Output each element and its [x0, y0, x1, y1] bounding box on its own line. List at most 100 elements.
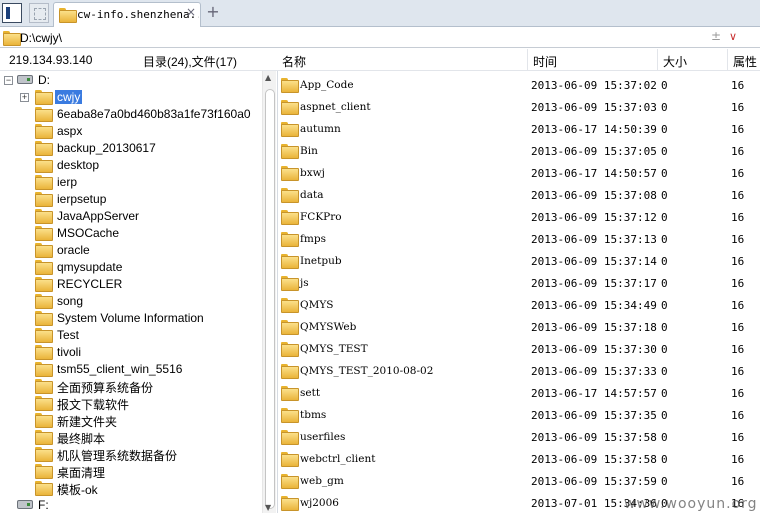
file-name: Bin: [300, 145, 318, 157]
scroll-down-icon[interactable]: ▼: [265, 503, 271, 512]
tree-node-folder[interactable]: Test: [0, 327, 260, 344]
tree-node-folder[interactable]: ierp: [0, 174, 260, 191]
new-window-button[interactable]: [29, 3, 49, 23]
tree-node-folder[interactable]: backup_20130617: [0, 140, 260, 157]
tree-node-folder[interactable]: 桌面清理: [0, 463, 260, 480]
address-bar[interactable]: D:\cwjy\ ± ∨: [0, 28, 760, 48]
tree-node-folder[interactable]: 新建文件夹: [0, 412, 260, 429]
column-header-name[interactable]: 名称: [282, 53, 306, 70]
file-row[interactable]: aspnet_client 2013-06-09 15:37:03 0 16: [278, 96, 760, 118]
file-name: webctrl_client: [300, 453, 376, 465]
panel-toggle-button[interactable]: [2, 3, 22, 23]
file-row[interactable]: bxwj 2013-06-17 14:50:57 0 16: [278, 162, 760, 184]
chevron-down-icon[interactable]: ∨: [729, 30, 737, 43]
file-row[interactable]: sett 2013-06-17 14:57:57 0 16: [278, 382, 760, 404]
file-row[interactable]: FCKPro 2013-06-09 15:37:12 0 16: [278, 206, 760, 228]
file-row[interactable]: autumn 2013-06-17 14:50:39 0 16: [278, 118, 760, 140]
collapse-icon[interactable]: −: [4, 76, 13, 85]
file-size: 0: [661, 189, 668, 202]
column-header-attr[interactable]: 属性: [733, 53, 757, 70]
tree-node-folder[interactable]: 模板-ok: [0, 480, 260, 497]
tree-node-folder[interactable]: qmysupdate: [0, 259, 260, 276]
tree-node-folder[interactable]: song: [0, 293, 260, 310]
tree-node-folder[interactable]: ierpsetup: [0, 191, 260, 208]
file-row[interactable]: QMYS 2013-06-09 15:34:49 0 16: [278, 294, 760, 316]
file-row[interactable]: tbms 2013-06-09 15:37:35 0 16: [278, 404, 760, 426]
file-size: 0: [661, 123, 668, 136]
tree-node-folder[interactable]: 最终脚本: [0, 429, 260, 446]
file-row[interactable]: web_gm 2013-06-09 15:37:59 0 16: [278, 470, 760, 492]
folder-icon: [35, 90, 53, 105]
file-row[interactable]: js 2013-06-09 15:37:17 0 16: [278, 272, 760, 294]
file-attr: 16: [731, 453, 745, 466]
tree-node-folder[interactable]: RECYCLER: [0, 276, 260, 293]
tree-node-folder[interactable]: 全面预算系统备份: [0, 378, 260, 395]
tree-label: JavaAppServer: [57, 209, 140, 223]
file-row[interactable]: QMYS_TEST 2013-06-09 15:37:30 0 16: [278, 338, 760, 360]
file-list: App_Code 2013-06-09 15:37:02 0 16 aspnet_cli…: [278, 71, 760, 513]
scroll-thumb[interactable]: [265, 89, 275, 509]
file-row[interactable]: Bin 2013-06-09 15:37:05 0 16: [278, 140, 760, 162]
folder-icon: [35, 277, 53, 292]
tree-node-folder[interactable]: JavaAppServer: [0, 208, 260, 225]
tree-node-folder[interactable]: aspx: [0, 123, 260, 140]
tree-node-folder[interactable]: desktop: [0, 157, 260, 174]
file-time: 2013-06-09 15:37:03: [531, 101, 657, 114]
tree-node-folder[interactable]: MSOCache: [0, 225, 260, 242]
folder-icon: [35, 107, 53, 122]
plus-minus-icon[interactable]: ±: [711, 29, 721, 43]
file-row[interactable]: Inetpub 2013-06-09 15:37:14 0 16: [278, 250, 760, 272]
file-name: data: [300, 189, 324, 201]
file-time: 2013-06-09 15:37:18: [531, 321, 657, 334]
tree-node-folder[interactable]: System Volume Information: [0, 310, 260, 327]
tab-site[interactable]: cw-info.shenzhena...: [53, 2, 201, 27]
file-attr: 16: [731, 365, 745, 378]
file-time: 2013-06-09 15:37:02: [531, 79, 657, 92]
column-header-time[interactable]: 时间: [533, 53, 557, 70]
folder-icon: [281, 386, 299, 401]
tab-bar: cw-info.shenzhena... × +: [0, 0, 760, 27]
file-row[interactable]: data 2013-06-09 15:37:08 0 16: [278, 184, 760, 206]
folder-icon: [35, 362, 53, 377]
file-size: 0: [661, 365, 668, 378]
tree-node-folder[interactable]: tivoli: [0, 344, 260, 361]
column-header-size[interactable]: 大小: [663, 53, 687, 70]
file-row[interactable]: fmps 2013-06-09 15:37:13 0 16: [278, 228, 760, 250]
scroll-up-icon[interactable]: ▲: [265, 73, 271, 82]
tree-label: 最终脚本: [57, 432, 106, 446]
file-row[interactable]: QMYS_TEST_2010-08-02 2013-06-09 15:37:33 0…: [278, 360, 760, 382]
tree-node-folder[interactable]: 机队管理系统数据备份: [0, 446, 260, 463]
tree-node-selected[interactable]: + cwjy: [0, 89, 260, 106]
folder-icon: [35, 192, 53, 207]
file-row[interactable]: QMYSWeb 2013-06-09 15:37:18 0 16: [278, 316, 760, 338]
tree-node-folder[interactable]: tsm55_client_win_5516: [0, 361, 260, 378]
tree-node-folder[interactable]: oracle: [0, 242, 260, 259]
file-row[interactable]: userfiles 2013-06-09 15:37:58 0 16: [278, 426, 760, 448]
file-size: 0: [661, 233, 668, 246]
tree-label: System Volume Information: [57, 311, 204, 325]
tree-node-folder[interactable]: 6eaba8e7a0bd460b83a1fe73f160a0: [0, 106, 260, 123]
expand-icon[interactable]: +: [20, 93, 29, 102]
folder-icon: [281, 232, 299, 247]
address-path[interactable]: D:\cwjy\: [20, 31, 62, 45]
tree-node-drive-f[interactable]: F:: [0, 497, 260, 513]
file-attr: 16: [731, 123, 745, 136]
file-row[interactable]: webctrl_client 2013-06-09 15:37:58 0 16: [278, 448, 760, 470]
folder-icon: [281, 122, 299, 137]
folder-icon: [35, 311, 53, 326]
file-row[interactable]: App_Code 2013-06-09 15:37:02 0 16: [278, 74, 760, 96]
tree-label: desktop: [57, 158, 100, 172]
close-tab-icon[interactable]: ×: [182, 3, 200, 21]
folder-icon: [281, 78, 299, 93]
file-size: 0: [661, 475, 668, 488]
tree-label: oracle: [57, 243, 90, 257]
tree-node-folder[interactable]: 报文下载软件: [0, 395, 260, 412]
folder-icon: [35, 464, 53, 479]
file-time: 2013-06-09 15:37:30: [531, 343, 657, 356]
file-time: 2013-06-09 15:37:12: [531, 211, 657, 224]
add-tab-icon[interactable]: +: [204, 3, 222, 21]
tree-scrollbar[interactable]: ▲ ▼: [262, 71, 276, 513]
file-size: 0: [661, 453, 668, 466]
tree-node-drive-d[interactable]: − D:: [0, 72, 260, 89]
file-name: web_gm: [300, 475, 344, 487]
